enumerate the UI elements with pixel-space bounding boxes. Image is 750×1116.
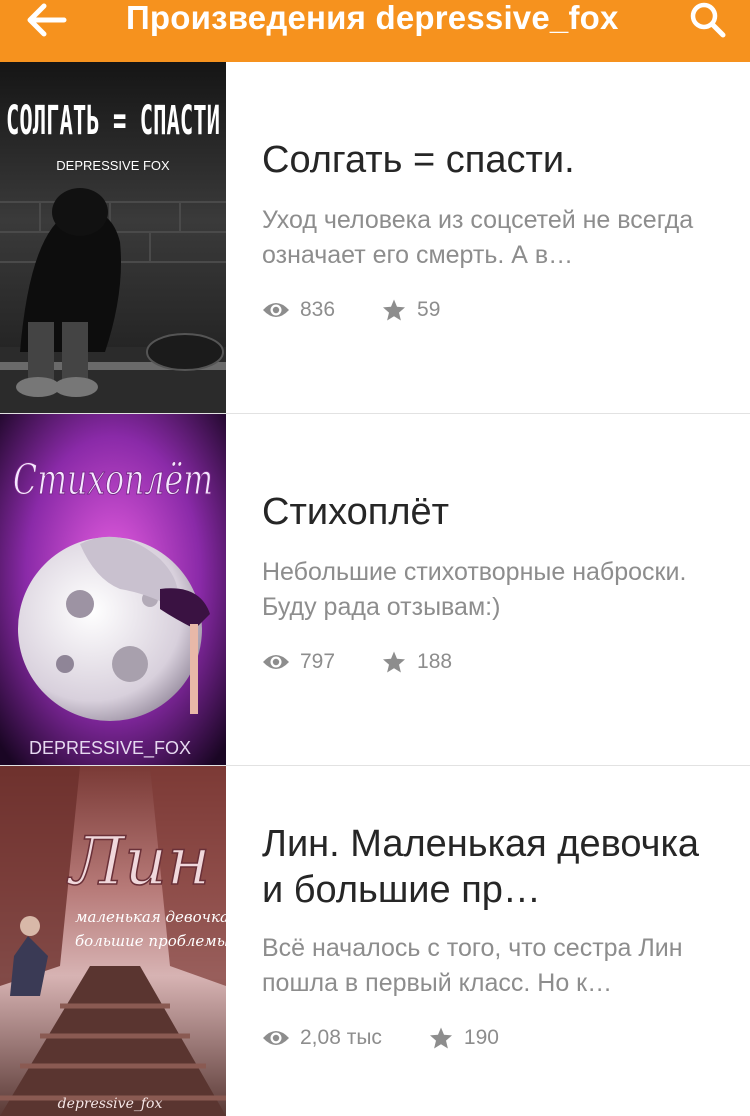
top-app-bar: Произведения depressive_fox: [0, 0, 750, 62]
views-stat: 797: [262, 650, 335, 674]
eye-icon: [263, 303, 289, 317]
stars-stat: 188: [381, 650, 452, 674]
views-stat: 2,08 тыс: [262, 1026, 382, 1050]
search-button[interactable]: [680, 0, 736, 40]
stars-count: 59: [417, 298, 441, 321]
cover-subtitle-2: большие проблемы: [75, 932, 226, 950]
book-cover: СОЛГАТЬ = СПАСТИ DEPRESSIVE FOX: [0, 62, 226, 413]
cover-subtitle-1: маленькая девочка: [75, 908, 226, 926]
stars-count: 190: [463, 1026, 499, 1049]
work-stats: 836 59: [262, 295, 722, 325]
book-cover: Стихоплёт DEPRESSIVE_FOX: [0, 414, 226, 765]
back-button[interactable]: [14, 0, 78, 40]
star-icon: [383, 651, 406, 673]
work-stats: 797 188: [262, 647, 722, 677]
cover-author: depressive_fox: [58, 1096, 163, 1112]
eye-icon: [263, 655, 289, 669]
work-description: Уход человека из соцсетей не всегда озна…: [262, 206, 694, 269]
work-title[interactable]: Солгать = спасти.: [262, 137, 722, 183]
work-title[interactable]: Лин. Маленькая девочка и большие пр…: [262, 821, 722, 913]
views-count: 836: [300, 298, 336, 321]
page-title: Произведения depressive_fox: [126, 0, 619, 36]
eye-icon: [263, 1031, 289, 1045]
cover-author: DEPRESSIVE FOX: [56, 158, 170, 173]
star-icon: [383, 299, 406, 321]
arrow-left-icon: [27, 3, 67, 37]
cover-author: DEPRESSIVE_FOX: [29, 738, 191, 759]
views-stat: 836: [262, 298, 335, 322]
stars-stat: 59: [381, 298, 440, 322]
list-item[interactable]: Лин маленькая девочка большие проблемы d…: [0, 766, 750, 1116]
work-description: Всё началось с того, что сестра Лин пошл…: [262, 934, 683, 997]
book-cover: Лин маленькая девочка большие проблемы d…: [0, 766, 226, 1116]
list-item[interactable]: Стихоплёт DEPRESSIVE_FOX Стихоплёт Небол…: [0, 414, 750, 766]
cover-title: СОЛГАТЬ = СПАСТИ: [6, 98, 220, 144]
work-info: Стихоплёт Небольшие стихотворные наброск…: [262, 414, 722, 677]
search-icon: [690, 2, 726, 38]
list-item[interactable]: СОЛГАТЬ = СПАСТИ DEPRESSIVE FOX Солгать …: [0, 62, 750, 414]
star-icon: [429, 1027, 452, 1049]
work-title[interactable]: Стихоплёт: [262, 489, 722, 535]
stars-count: 188: [417, 650, 453, 673]
work-info: Лин. Маленькая девочка и большие пр… Всё…: [262, 766, 722, 1053]
views-count: 2,08 тыс: [300, 1026, 382, 1049]
work-info: Солгать = спасти. Уход человека из соцсе…: [262, 62, 722, 325]
views-count: 797: [300, 650, 336, 673]
cover-title: Лин: [66, 823, 210, 900]
stars-stat: 190: [428, 1026, 499, 1050]
work-description: Небольшие стихотворные наброски. Буду ра…: [262, 558, 687, 621]
work-stats: 2,08 тыс 190: [262, 1023, 722, 1053]
works-list: СОЛГАТЬ = СПАСТИ DEPRESSIVE FOX Солгать …: [0, 62, 750, 1116]
cover-title: Стихоплёт: [13, 455, 213, 504]
